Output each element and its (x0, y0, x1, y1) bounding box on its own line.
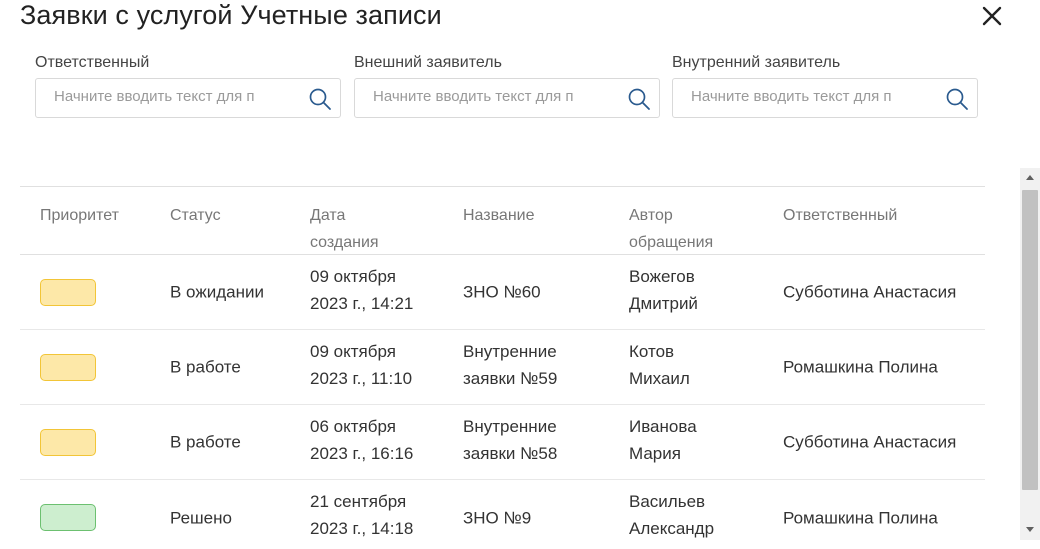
filter-box (354, 78, 660, 118)
status-cell: В работе (170, 432, 241, 452)
created-cell: 21 сентября 2023 г., 14:18 (310, 492, 414, 538)
column-header-label: Ответственный (783, 207, 898, 224)
table-header: Приоритет Статус Дата создания Название А… (20, 187, 985, 255)
responsible-cell: Субботина Анастасия (783, 432, 957, 452)
search-icon[interactable] (308, 87, 332, 111)
search-icon[interactable] (945, 87, 969, 111)
column-header-status[interactable]: Статус (170, 202, 221, 229)
table-row[interactable]: Решено 21 сентября 2023 г., 14:18 ЗНО №9 … (20, 480, 985, 549)
responsible-cell: Ромашкина Полина (783, 508, 938, 527)
status-cell: В ожидании (170, 282, 264, 302)
column-header-responsible[interactable]: Ответственный (783, 202, 897, 229)
filter-internal-applicant: Внутренний заявитель (672, 52, 978, 118)
column-header-label: Название (463, 207, 535, 224)
scroll-up-button[interactable] (1020, 168, 1040, 188)
search-icon[interactable] (627, 87, 651, 111)
column-header-label: Дата (310, 207, 346, 224)
table-row[interactable]: В работе 09 октября 2023 г., 11:10 Внутре… (20, 330, 985, 405)
responsible-cell: Ромашкина Полина (783, 357, 938, 377)
table-row[interactable]: В ожидании 09 октября 2023 г., 14:21 ЗНО … (20, 255, 985, 330)
internal-applicant-search-input[interactable] (691, 88, 913, 105)
column-header-priority[interactable]: Приоритет (40, 202, 119, 229)
column-header-label: Автор (629, 207, 673, 224)
priority-badge (40, 429, 96, 456)
requests-table: Приоритет Статус Дата создания Название А… (20, 186, 985, 549)
column-header-author[interactable]: Автор обращения (629, 202, 713, 256)
filter-responsible: Ответственный (35, 52, 341, 118)
status-cell: В работе (170, 357, 241, 377)
scroll-down-button[interactable] (1020, 520, 1040, 540)
column-header-label: обращения (629, 234, 714, 251)
vertical-scrollbar[interactable] (1020, 168, 1040, 540)
column-header-label: создания (310, 234, 379, 251)
request-name-link[interactable]: Внутренние заявки №58 (463, 413, 557, 467)
column-header-label: Статус (170, 207, 221, 224)
priority-badge (40, 279, 96, 306)
request-name-link[interactable]: ЗНО №60 (463, 279, 541, 306)
request-name-link[interactable]: Внутренние заявки №59 (463, 338, 557, 392)
chevron-up-icon (1026, 175, 1034, 180)
close-button[interactable] (978, 2, 1006, 30)
column-header-name[interactable]: Название (463, 202, 535, 229)
filter-box (672, 78, 978, 118)
author-link[interactable]: Вожегов Дмитрий (629, 263, 698, 317)
created-cell: 06 октября 2023 г., 16:16 (310, 417, 414, 463)
responsible-search-input[interactable] (54, 88, 276, 105)
priority-badge (40, 354, 96, 381)
filter-label: Внешний заявитель (354, 54, 502, 71)
scrollbar-thumb[interactable] (1022, 190, 1038, 490)
filter-label: Ответственный (35, 54, 150, 71)
status-cell: Решено (170, 508, 232, 527)
filter-external-applicant: Внешний заявитель (354, 52, 660, 118)
responsible-cell: Субботина Анастасия (783, 282, 957, 302)
author-link[interactable]: Васильев Александр (629, 488, 714, 542)
dialog-title: Заявки с услугой Учетные записи (20, 0, 442, 30)
chevron-down-icon (1026, 527, 1034, 532)
table-row[interactable]: В работе 06 октября 2023 г., 16:16 Внутре… (20, 405, 985, 480)
external-applicant-search-input[interactable] (373, 88, 595, 105)
filter-box (35, 78, 341, 118)
author-link[interactable]: Котов Михаил (629, 338, 690, 392)
request-name-link[interactable]: ЗНО №9 (463, 504, 531, 531)
created-cell: 09 октября 2023 г., 14:21 (310, 267, 414, 313)
close-icon (982, 6, 1002, 26)
priority-badge (40, 504, 96, 531)
author-link[interactable]: Иванова Мария (629, 413, 697, 467)
column-header-created[interactable]: Дата создания (310, 202, 379, 256)
filter-label: Внутренний заявитель (672, 54, 841, 71)
created-cell: 09 октября 2023 г., 11:10 (310, 342, 413, 388)
column-header-label: Приоритет (40, 207, 119, 224)
